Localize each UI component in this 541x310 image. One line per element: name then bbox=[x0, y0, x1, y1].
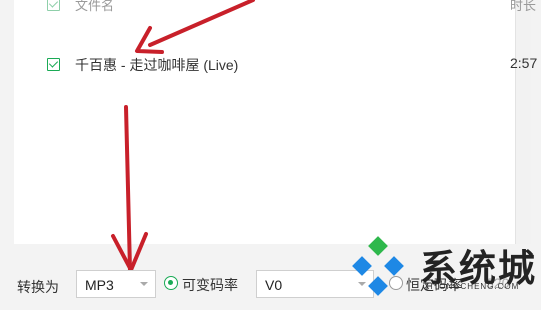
vbr-label[interactable]: 可变码率 bbox=[182, 275, 238, 295]
arrow-to-format bbox=[111, 105, 148, 272]
arrow-to-checkbox bbox=[135, 0, 255, 54]
site-watermark: 系统城 XITONGCHENG.COM bbox=[352, 236, 537, 300]
watermark-subtitle: XITONGCHENG.COM bbox=[424, 282, 520, 291]
format-select[interactable]: MP3 bbox=[76, 270, 156, 298]
quality-select-value: V0 bbox=[265, 277, 283, 293]
vbr-radio[interactable] bbox=[164, 276, 178, 290]
watermark-logo-icon bbox=[352, 236, 404, 296]
format-select-value: MP3 bbox=[85, 277, 114, 293]
chevron-down-icon bbox=[140, 282, 148, 286]
convert-to-label: 转换为 bbox=[17, 279, 59, 295]
